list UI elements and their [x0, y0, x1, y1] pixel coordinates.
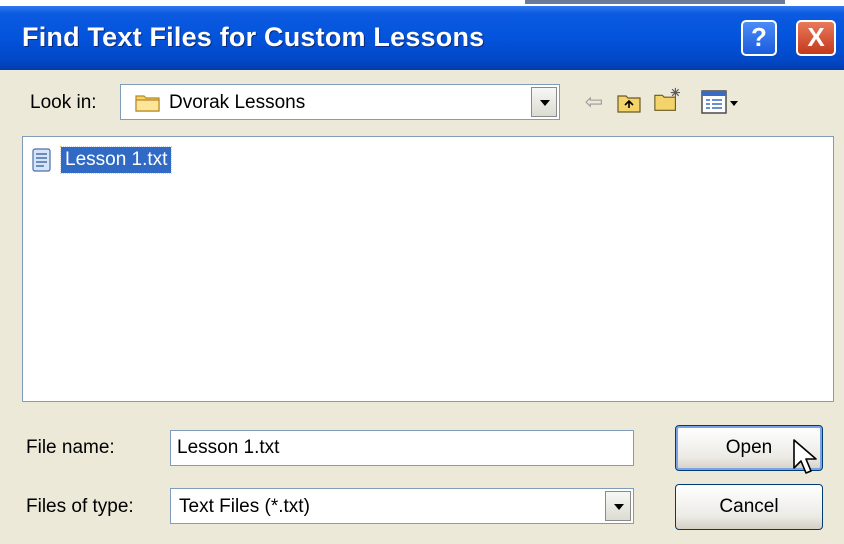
new-folder-icon[interactable]: [653, 86, 681, 114]
look-in-label: Look in:: [30, 92, 97, 113]
text-file-icon: [32, 148, 51, 172]
look-in-dropdown[interactable]: Dvorak Lessons: [120, 84, 560, 120]
background-window-strip-detail: [525, 0, 785, 4]
folder-icon: [135, 95, 160, 112]
back-icon[interactable]: ⇦: [580, 88, 608, 116]
files-of-type-label: Files of type:: [26, 496, 134, 517]
file-list[interactable]: Lesson 1.txt: [22, 136, 834, 402]
title-bar[interactable]: Find Text Files for Custom Lessons ? X: [0, 6, 844, 70]
look-in-dropdown-arrow-icon[interactable]: [531, 87, 557, 117]
files-of-type-arrow-icon[interactable]: [605, 491, 631, 521]
look-in-value: Dvorak Lessons: [169, 92, 306, 113]
view-menu-icon[interactable]: [700, 88, 740, 116]
file-name-input[interactable]: [170, 430, 634, 466]
mouse-cursor-icon: [793, 439, 817, 474]
cancel-button[interactable]: Cancel: [675, 484, 823, 530]
files-of-type-dropdown[interactable]: Text Files (*.txt): [170, 488, 634, 524]
file-name-label[interactable]: Lesson 1.txt: [59, 146, 173, 174]
dialog-body: Look in: Dvorak Lessons ⇦ Lesson 1.txt F…: [0, 70, 844, 544]
files-of-type-value: Text Files (*.txt): [179, 496, 310, 517]
help-button[interactable]: ?: [741, 20, 777, 56]
up-folder-icon[interactable]: [615, 88, 643, 116]
window-title: Find Text Files for Custom Lessons: [22, 22, 485, 52]
file-name-label: File name:: [26, 437, 115, 458]
close-button[interactable]: X: [796, 20, 836, 56]
